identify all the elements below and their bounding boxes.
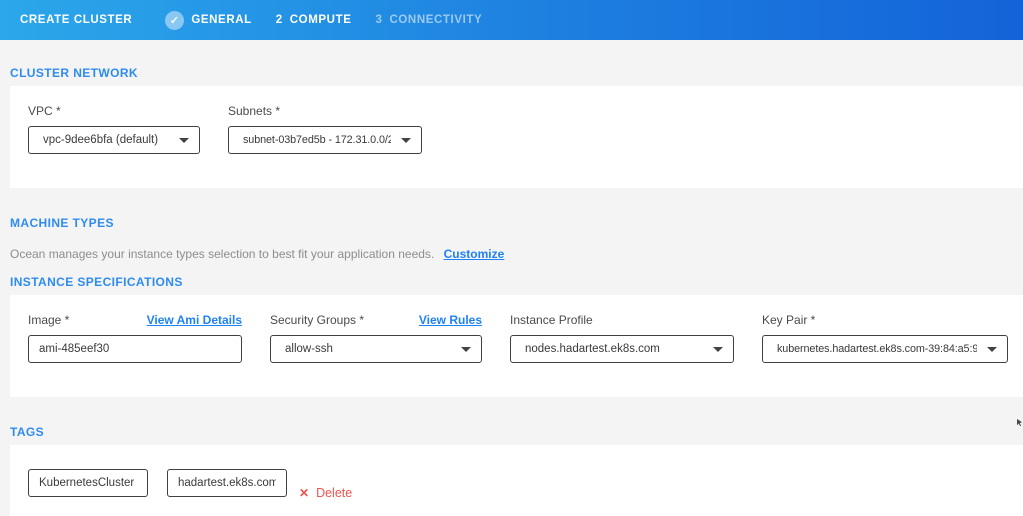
security-groups-field: Security Groups * View Rules allow-ssh <box>270 313 482 397</box>
security-groups-label: Security Groups * <box>270 313 364 327</box>
tab-connectivity-label: CONNECTIVITY <box>389 14 482 26</box>
instance-profile-field: Instance Profile nodes.hadartest.ek8s.co… <box>510 313 734 397</box>
machine-types-heading: MACHINE TYPES <box>10 216 1023 230</box>
instance-specifications-card: Image * View Ami Details Security Groups… <box>10 295 1023 397</box>
customize-link[interactable]: Customize <box>444 247 505 261</box>
cluster-network-heading: CLUSTER NETWORK <box>10 66 1023 80</box>
check-glyph: ✓ <box>170 14 180 27</box>
tab-connectivity-number: 3 <box>375 14 382 26</box>
subnets-label: Subnets * <box>228 104 422 118</box>
chevron-down-icon <box>461 347 471 352</box>
wizard-steps: ✓ GENERAL 2 COMPUTE 3 CONNECTIVITY <box>165 11 482 30</box>
tab-compute-number: 2 <box>276 14 283 26</box>
tab-general-label: GENERAL <box>191 14 251 26</box>
tag-value-input[interactable] <box>167 469 287 497</box>
delete-x-icon: ✕ <box>299 486 309 500</box>
subnets-dropdown-value: subnet-03b7ed5b - 172.31.0.0/20 ... <box>239 134 391 146</box>
delete-tag-button[interactable]: ✕ Delete <box>299 486 352 500</box>
page-content: CLUSTER NETWORK VPC * vpc-9dee6bfa (defa… <box>0 66 1023 516</box>
key-pair-dropdown-value: kubernetes.hadartest.ek8s.com-39:84:a5:9… <box>773 343 977 355</box>
security-groups-dropdown[interactable]: allow-ssh <box>270 335 482 363</box>
view-rules-link[interactable]: View Rules <box>419 313 482 327</box>
check-icon: ✓ <box>165 11 184 30</box>
chevron-down-icon <box>179 138 189 143</box>
instance-specifications-heading: INSTANCE SPECIFICATIONS <box>10 275 1023 289</box>
view-ami-details-link[interactable]: View Ami Details <box>147 313 242 327</box>
wizard-header: CREATE CLUSTER ✓ GENERAL 2 COMPUTE 3 CON… <box>0 0 1023 40</box>
chevron-down-icon <box>713 347 723 352</box>
chevron-down-icon <box>401 138 411 143</box>
instance-profile-label: Instance Profile <box>510 313 734 327</box>
tags-card: ✕ Delete <box>10 445 1023 516</box>
delete-tag-label: Delete <box>316 486 352 500</box>
tab-compute-label: COMPUTE <box>290 14 352 26</box>
image-field: Image * View Ami Details <box>28 313 242 397</box>
subnets-dropdown[interactable]: subnet-03b7ed5b - 172.31.0.0/20 ... <box>228 126 422 154</box>
subnets-field: Subnets * subnet-03b7ed5b - 172.31.0.0/2… <box>228 104 422 188</box>
key-pair-field: Key Pair * kubernetes.hadartest.ek8s.com… <box>762 313 1008 397</box>
vpc-label: VPC * <box>28 104 200 118</box>
vpc-dropdown[interactable]: vpc-9dee6bfa (default) <box>28 126 200 154</box>
image-label: Image * <box>28 313 69 327</box>
tags-heading: TAGS <box>10 425 1023 439</box>
image-input[interactable] <box>28 335 242 363</box>
tab-connectivity[interactable]: 3 CONNECTIVITY <box>375 14 482 26</box>
tag-key-input[interactable] <box>28 469 148 497</box>
chevron-down-icon <box>987 347 997 352</box>
tag-value-wrap <box>167 469 287 497</box>
key-pair-label: Key Pair * <box>762 313 1008 327</box>
machine-types-description-text: Ocean manages your instance types select… <box>10 247 434 261</box>
tab-compute[interactable]: 2 COMPUTE <box>276 14 352 26</box>
security-groups-dropdown-value: allow-ssh <box>281 343 333 355</box>
tab-general[interactable]: ✓ GENERAL <box>165 11 251 30</box>
instance-profile-dropdown[interactable]: nodes.hadartest.ek8s.com <box>510 335 734 363</box>
wizard-title: CREATE CLUSTER <box>20 14 132 26</box>
machine-types-description: Ocean manages your instance types select… <box>10 247 1023 261</box>
vpc-dropdown-value: vpc-9dee6bfa (default) <box>39 134 158 146</box>
vpc-field: VPC * vpc-9dee6bfa (default) <box>28 104 200 188</box>
cluster-network-card: VPC * vpc-9dee6bfa (default) Subnets * s… <box>10 86 1023 188</box>
instance-profile-dropdown-value: nodes.hadartest.ek8s.com <box>521 343 660 355</box>
tag-key-wrap <box>28 469 148 497</box>
key-pair-dropdown[interactable]: kubernetes.hadartest.ek8s.com-39:84:a5:9… <box>762 335 1008 363</box>
